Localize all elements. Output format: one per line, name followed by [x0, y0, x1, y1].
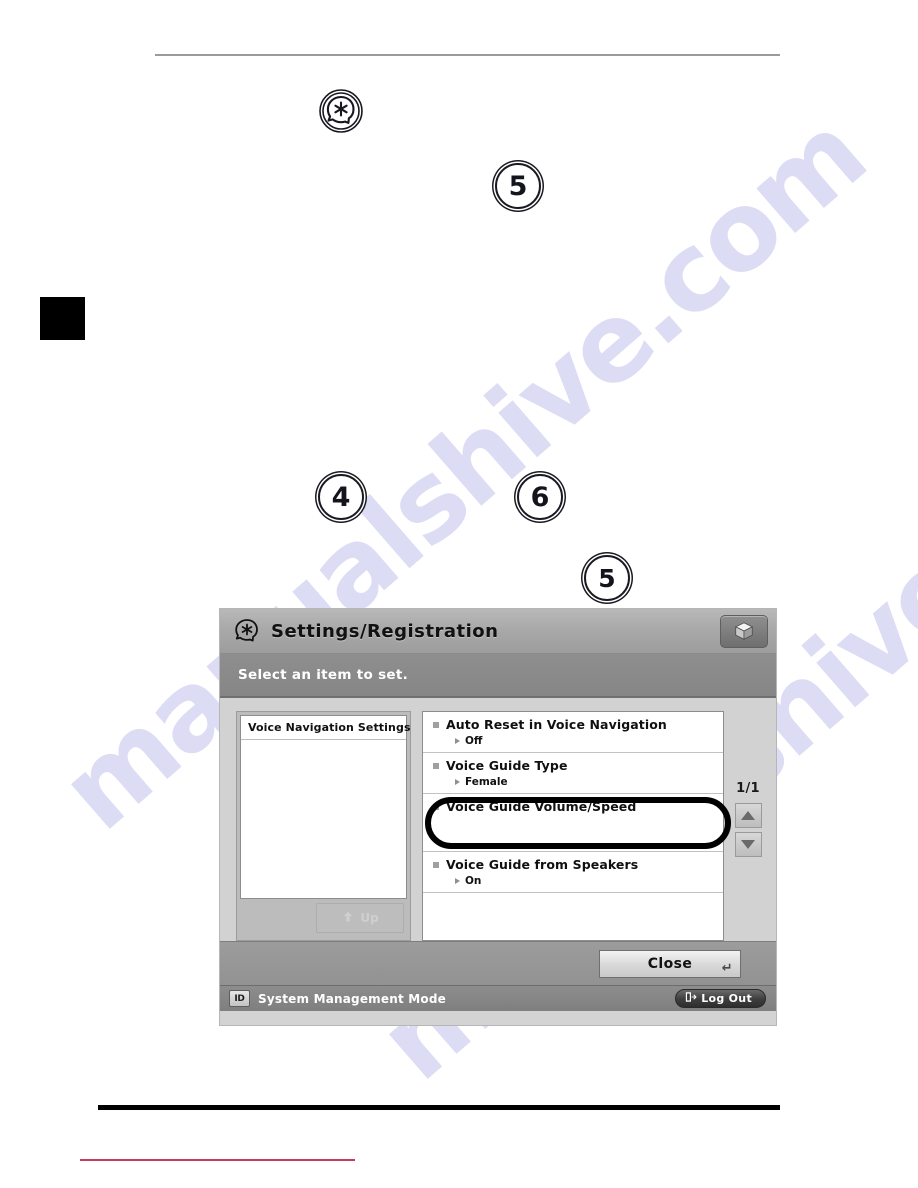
settings-row-value-wrap: Female: [455, 776, 717, 788]
settings-row-auto-reset[interactable]: Auto Reset in Voice Navigation Off: [423, 712, 723, 753]
settings-row-value: Female: [465, 776, 508, 788]
settings-list: Auto Reset in Voice Navigation Off Voice…: [422, 711, 724, 941]
breadcrumb-footer: Up: [240, 899, 407, 937]
settings-row-voice-guide-from-speakers[interactable]: Voice Guide from Speakers On: [423, 852, 723, 893]
settings-registration-key-icon: [318, 88, 364, 134]
triangle-up-icon: [741, 811, 755, 820]
settings-row-label-wrap: Voice Guide from Speakers: [433, 857, 717, 872]
step-marker-4: 4: [318, 474, 364, 520]
screen-action-bar: Close ↵: [220, 941, 776, 985]
settings-row-value: Off: [465, 735, 483, 747]
up-button[interactable]: Up: [316, 903, 404, 933]
id-badge-icon: ID: [229, 990, 250, 1007]
page-top-rule: [155, 54, 780, 56]
chapter-tab-marker: [40, 297, 85, 340]
step-marker-6: 6: [517, 474, 563, 520]
square-bullet-icon: [433, 861, 439, 868]
settings-registration-icon: [232, 616, 262, 646]
breadcrumb-list-title: Voice Navigation Settings: [241, 716, 410, 740]
screen-title: Settings/Registration: [271, 620, 499, 642]
close-button-label: Close: [647, 955, 693, 972]
screen-message-text: Select an item to set.: [238, 667, 409, 683]
screen-body: Voice Navigation Settings Up Auto Reset …: [220, 698, 776, 941]
log-out-label: Log Out: [701, 992, 752, 1005]
exit-door-icon: [685, 991, 697, 1006]
settings-row-empty: [423, 893, 723, 925]
log-out-button[interactable]: Log Out: [675, 989, 766, 1008]
square-bullet-icon: [433, 803, 439, 810]
settings-row-label: Voice Guide from Speakers: [446, 857, 639, 872]
settings-row-value-wrap: On: [455, 875, 717, 887]
step-marker-5-top: 5: [495, 163, 541, 209]
status-mode-text: System Management Mode: [258, 991, 446, 1006]
scroll-up-button[interactable]: [734, 803, 762, 828]
close-button[interactable]: Close ↵: [599, 949, 741, 978]
settings-row-label-wrap: Auto Reset in Voice Navigation: [433, 717, 717, 732]
square-bullet-icon: [433, 762, 439, 769]
breadcrumb-list-body: [241, 740, 406, 875]
device-touchscreen: Settings/Registration Select an item to …: [219, 608, 777, 1026]
up-button-label: Up: [360, 911, 379, 925]
settings-row-value-empty: [433, 814, 717, 846]
screen-status-bar: ID System Management Mode Log Out: [220, 985, 776, 1011]
settings-row-value-wrap: Off: [455, 735, 717, 747]
screen-message-bar: Select an item to set.: [220, 654, 776, 698]
settings-row-label-wrap: Voice Guide Volume/Speed: [433, 799, 717, 814]
enter-return-icon: ↵: [721, 960, 733, 976]
scroll-controls: 1/1: [730, 711, 766, 941]
triangle-bullet-icon: [455, 738, 460, 744]
settings-row-voice-guide-type[interactable]: Voice Guide Type Female: [423, 753, 723, 794]
step-marker-5-bottom: 5: [584, 555, 630, 601]
arrow-up-return-icon: [341, 910, 355, 927]
settings-row-label: Auto Reset in Voice Navigation: [446, 717, 667, 732]
settings-row-voice-guide-volume-speed[interactable]: Voice Guide Volume/Speed: [423, 794, 723, 852]
cube-icon-button[interactable]: [720, 614, 768, 648]
settings-area: Auto Reset in Voice Navigation Off Voice…: [422, 711, 766, 941]
scroll-down-button[interactable]: [734, 832, 762, 857]
page-indicator: 1/1: [736, 781, 760, 796]
triangle-bullet-icon: [455, 779, 460, 785]
breadcrumb-panel: Voice Navigation Settings Up: [236, 711, 411, 941]
page-bottom-rule: [98, 1105, 780, 1110]
settings-row-label: Voice Guide Type: [446, 758, 568, 773]
triangle-down-icon: [741, 840, 755, 849]
settings-row-value: On: [465, 875, 482, 887]
breadcrumb-list[interactable]: Voice Navigation Settings: [240, 715, 410, 899]
settings-row-label-wrap: Voice Guide Type: [433, 758, 717, 773]
cube-icon: [734, 622, 754, 640]
page-footer-rule: [80, 1159, 355, 1161]
settings-row-label: Voice Guide Volume/Speed: [446, 799, 637, 814]
triangle-bullet-icon: [455, 878, 460, 884]
square-bullet-icon: [433, 721, 439, 728]
screen-titlebar: Settings/Registration: [220, 609, 776, 654]
